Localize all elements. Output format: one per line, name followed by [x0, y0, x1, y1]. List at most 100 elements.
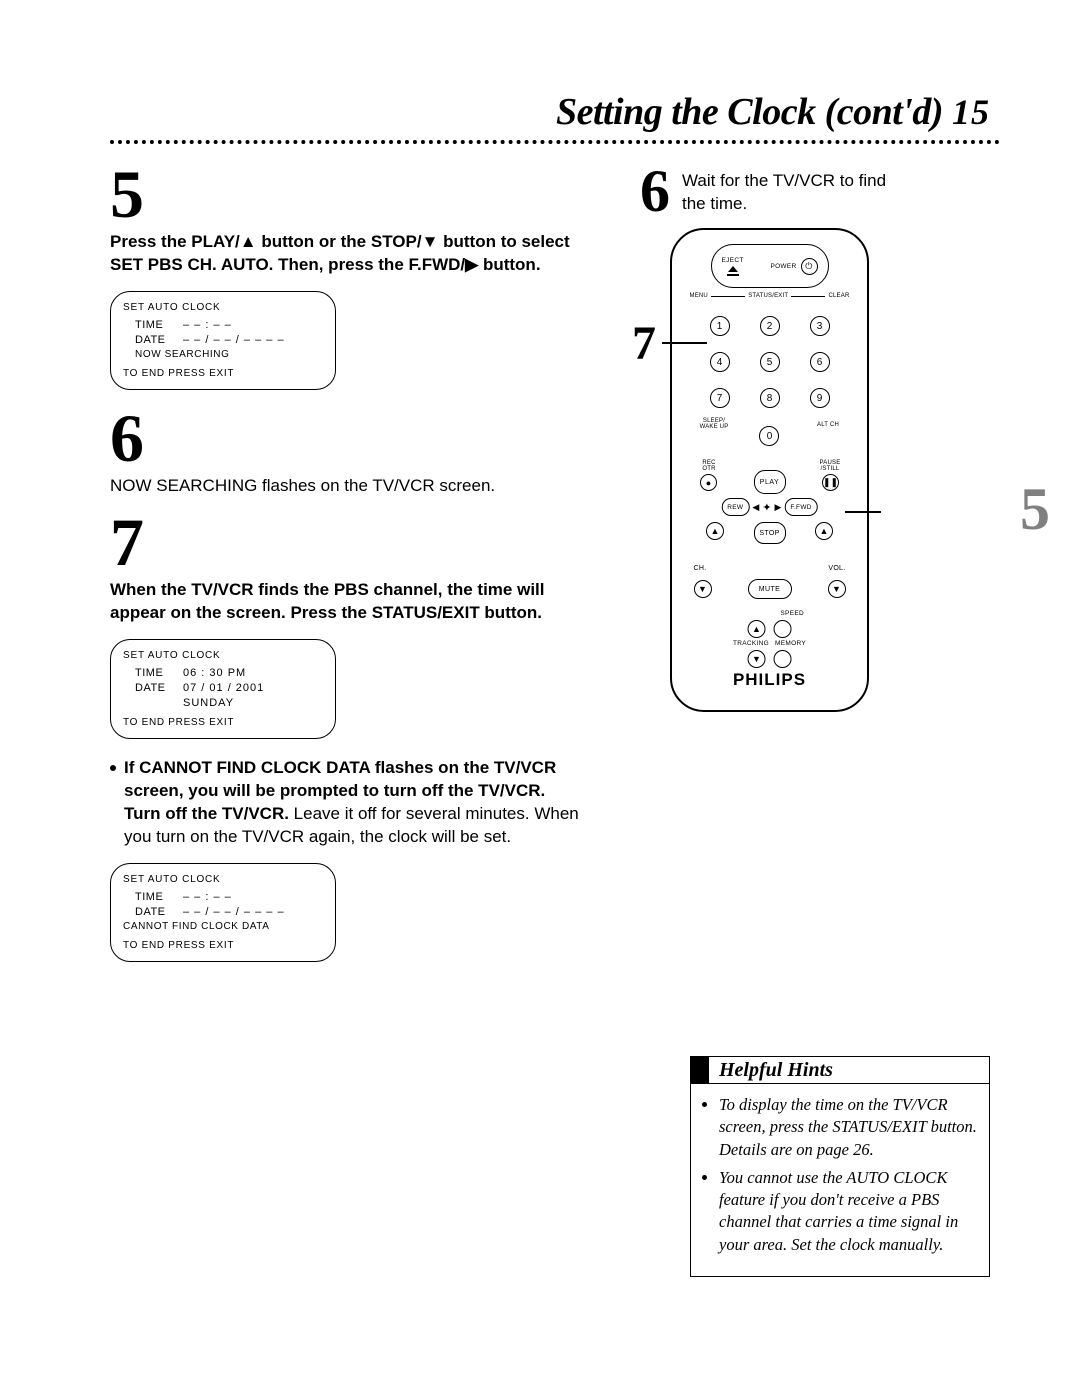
step5-frag-a: Press the PLAY/	[110, 232, 240, 251]
cannot-find-bold2: screen, you will be prompted to turn off…	[124, 781, 545, 800]
vol-label: VOL.	[828, 565, 845, 572]
key-5[interactable]: 5	[760, 352, 780, 372]
page-number: 15	[952, 92, 990, 132]
osd-b-date-lbl: DATE	[135, 682, 183, 694]
memory-button[interactable]	[774, 650, 792, 668]
tracking-cluster: SPEED ▲ TRACKING MEMORY ▼	[733, 610, 806, 668]
osd-a-footer: TO END PRESS EXIT	[123, 368, 323, 379]
helpful-hints-box: Helpful Hints To display the time on the…	[690, 1056, 990, 1277]
step-6-right-text: Wait for the TV/VCR to find the time.	[682, 164, 886, 216]
row-line-1	[711, 296, 745, 297]
osd-screen-cannot-find: SET AUTO CLOCK TIME– – : – – DATE– – / –…	[110, 863, 336, 962]
statusexit-label: STATUS/EXIT	[748, 293, 788, 299]
step-5-number: 5	[110, 164, 610, 225]
helpful-hints-header: Helpful Hints	[690, 1056, 990, 1083]
key-6[interactable]: 6	[810, 352, 830, 372]
right-column: 6 Wait for the TV/VCR to find the time. …	[610, 164, 1000, 712]
play-button[interactable]: PLAY	[754, 470, 786, 494]
step5-frag-c: button to select	[438, 232, 569, 251]
left-arrow-icon: ◀	[751, 502, 760, 513]
osd-c-time-lbl: TIME	[135, 891, 183, 903]
menu-label: MENU	[690, 293, 708, 299]
hint-2: You cannot use the AUTO CLOCK feature if…	[719, 1167, 977, 1256]
left-column: 5 Press the PLAY/▲ button or the STOP/▼ …	[110, 164, 610, 980]
tracking-up-button[interactable]: ▲	[748, 620, 766, 638]
callout-line-7	[662, 342, 707, 344]
tracking-label: TRACKING	[733, 640, 769, 647]
memory-label: MEMORY	[775, 640, 806, 647]
osd-a-time-val: – – : – –	[183, 319, 232, 331]
osd-a-time-lbl: TIME	[135, 319, 183, 331]
cannot-find-paragraph: If CANNOT FIND CLOCK DATA flashes on the…	[110, 757, 610, 863]
up-triangle-icon: ▲	[240, 231, 257, 254]
osd-b-date-val: 07 / 01 / 2001	[183, 682, 264, 694]
cannot-find-bold3: Turn off the TV/VCR.	[124, 804, 289, 823]
cannot-find-bold1: If CANNOT FIND CLOCK DATA flashes on the…	[124, 758, 556, 777]
osd-b-day: SUNDAY	[183, 697, 234, 709]
osd-a-date-val: – – / – – / – – – –	[183, 334, 285, 346]
helpful-hints-title: Helpful Hints	[719, 1059, 833, 1082]
page-title: Setting the Clock (cont'd) 15	[110, 90, 990, 134]
clear-label: CLEAR	[828, 293, 849, 299]
key-4[interactable]: 4	[710, 352, 730, 372]
speed-label: SPEED	[780, 610, 804, 617]
rec-button[interactable]: ●	[700, 474, 717, 491]
callout-7: 7	[632, 316, 656, 371]
rec-label: REC OTR	[696, 460, 722, 473]
step7-frag-b: appear on the screen. Press the STATUS/E…	[110, 603, 542, 622]
speed-button[interactable]	[774, 620, 792, 638]
center-dot-icon: ✦	[762, 501, 771, 514]
mute-button[interactable]: MUTE	[748, 579, 792, 599]
osd-c-header: SET AUTO CLOCK	[123, 874, 323, 885]
rew-button[interactable]: REW	[721, 498, 749, 516]
divider	[110, 140, 1000, 144]
side-up-right-button[interactable]: ▲	[815, 522, 833, 540]
pause-button[interactable]: ❚❚	[822, 474, 839, 491]
osd-a-status: NOW SEARCHING	[135, 349, 323, 360]
tracking-down-button[interactable]: ▼	[748, 650, 766, 668]
osd-screen-found: SET AUTO CLOCK TIME06 : 30 PM DATE07 / 0…	[110, 639, 336, 739]
number-pad: 1 2 3 4 5 6 7 8 9	[706, 312, 834, 412]
step-6-text: NOW SEARCHING flashes on the TV/VCR scre…	[110, 475, 610, 498]
key-0[interactable]: 0	[759, 426, 779, 446]
step5-frag-e: button.	[478, 255, 540, 274]
step6r-frag-b: the time.	[682, 194, 747, 213]
key-8[interactable]: 8	[760, 388, 780, 408]
side-up-left-button[interactable]: ▲	[706, 522, 724, 540]
hint-1: To display the time on the TV/VCR screen…	[719, 1094, 977, 1161]
ch-label: CH.	[694, 565, 707, 572]
step-5-text: Press the PLAY/▲ button or the STOP/▼ bu…	[110, 231, 610, 277]
key-1[interactable]: 1	[710, 316, 730, 336]
eject-bar-icon	[727, 274, 739, 276]
ffwd-button[interactable]: F.FWD	[784, 498, 817, 516]
key-9[interactable]: 9	[810, 388, 830, 408]
key-7[interactable]: 7	[710, 388, 730, 408]
step5-frag-b: button or the STOP/	[257, 232, 422, 251]
cannot-find-plain2: you turn on the TV/VCR again, the clock …	[124, 827, 511, 846]
power-button[interactable]: ⏻	[801, 258, 818, 275]
osd-b-time-lbl: TIME	[135, 667, 183, 679]
key-2[interactable]: 2	[760, 316, 780, 336]
stop-button[interactable]: STOP	[754, 522, 786, 544]
ch-down-button[interactable]: ▼	[694, 580, 712, 598]
row-line-2	[791, 296, 825, 297]
osd-a-date-lbl: DATE	[135, 334, 183, 346]
osd-c-date-val: – – / – – / – – – –	[183, 906, 285, 918]
step-7-number: 7	[110, 512, 610, 573]
vol-down-button[interactable]: ▼	[828, 580, 846, 598]
osd-c-time-val: – – : – –	[183, 891, 232, 903]
power-label: POWER	[770, 263, 796, 270]
osd-b-spacer	[135, 697, 183, 709]
remote-top-pod: EJECT POWER ⏻	[711, 244, 829, 288]
eject-label: EJECT	[722, 257, 744, 264]
key-3[interactable]: 3	[810, 316, 830, 336]
right-arrow-icon: ▶	[773, 502, 782, 513]
osd-a-header: SET AUTO CLOCK	[123, 302, 323, 313]
down-triangle-icon: ▼	[422, 231, 439, 254]
osd-b-time-val: 06 : 30 PM	[183, 667, 246, 679]
step7-frag-a: When the TV/VCR finds the PBS channel, t…	[110, 580, 545, 599]
step-6-number: 6	[110, 408, 610, 469]
step6r-frag-a: Wait for the TV/VCR to find	[682, 171, 886, 190]
osd-c-date-lbl: DATE	[135, 906, 183, 918]
transport-cluster: REC OTR PAUSE /STILL ● ❚❚ PLAY REW ◀ ✦ ▶…	[672, 460, 867, 570]
